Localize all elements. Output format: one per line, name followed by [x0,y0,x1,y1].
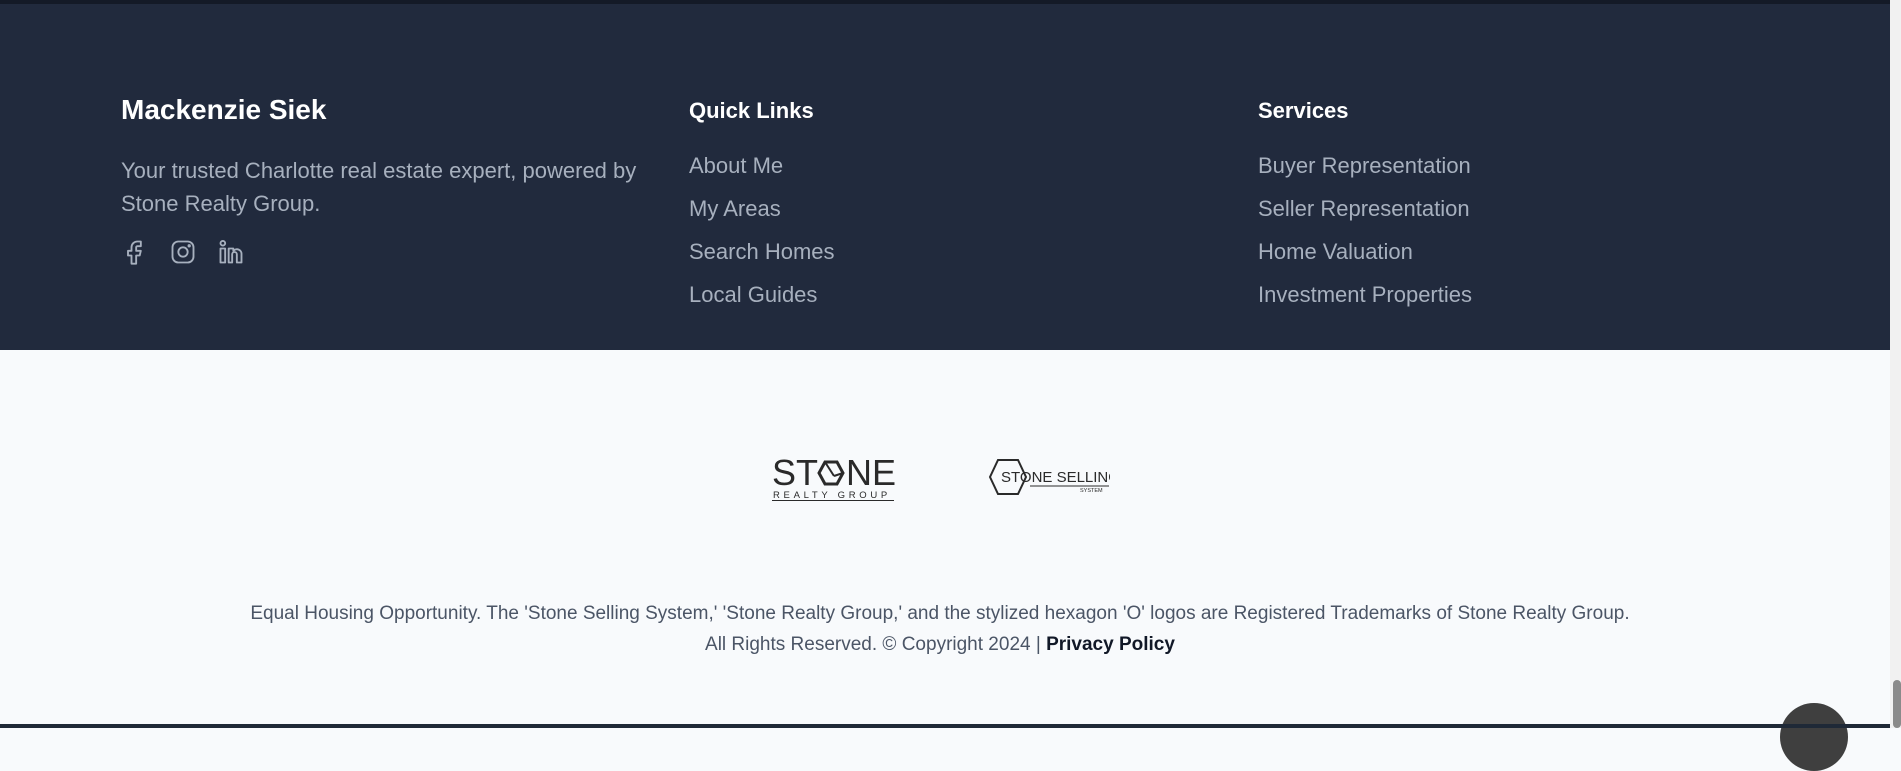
site-footer: Mackenzie Siek Your trusted Charlotte re… [0,4,1890,350]
svg-text:STONE SELLING: STONE SELLING [1001,469,1110,486]
privacy-policy-link[interactable]: Privacy Policy [1046,634,1175,655]
brand-tagline: Your trusted Charlotte real estate exper… [121,158,637,216]
list-item: About Me [689,149,835,192]
list-item: Investment Properties [1258,278,1472,321]
link-buyer-representation[interactable]: Buyer Representation [1258,153,1471,178]
link-home-valuation[interactable]: Home Valuation [1258,239,1413,264]
linkedin-icon[interactable] [217,238,245,266]
facebook-icon[interactable] [121,238,149,266]
link-about-me[interactable]: About Me [689,153,783,178]
list-item: My Areas [689,192,835,235]
svg-text:SYSTEM: SYSTEM [1080,488,1103,494]
brand-name: Mackenzie Siek [121,94,327,125]
list-item: Buyer Representation [1258,149,1472,192]
legal-notice: Equal Housing Opportunity. The 'Stone Se… [240,598,1640,660]
bottom-divider [0,724,1890,728]
services-list: Buyer Representation Seller Representati… [1258,149,1472,321]
stone-realty-group-logo: ST NE REALTY GROUP [772,452,896,501]
svg-text:REALTY GROUP: REALTY GROUP [773,490,891,501]
services-title: Services [1258,98,1349,123]
list-item: Local Guides [689,278,835,321]
list-item: Seller Representation [1258,192,1472,235]
partner-logos: ST NE REALTY GROUP STONE SELLING SYSTEM [0,452,1890,506]
quick-links-title: Quick Links [689,98,814,123]
svg-text:NE: NE [846,452,896,493]
scrollbar-track[interactable] [1890,0,1901,728]
legal-text: Equal Housing Opportunity. The 'Stone Se… [250,603,1630,655]
social-links [121,238,245,266]
list-item: Search Homes [689,235,835,278]
svg-text:ST: ST [772,452,818,493]
stone-selling-system-logo: STONE SELLING SYSTEM [988,459,1110,495]
quick-links-list: About Me My Areas Search Homes Local Gui… [689,149,835,321]
link-search-homes[interactable]: Search Homes [689,239,835,264]
scrollbar-thumb[interactable] [1893,680,1901,728]
instagram-icon[interactable] [169,238,197,266]
link-my-areas[interactable]: My Areas [689,196,781,221]
link-investment-properties[interactable]: Investment Properties [1258,282,1472,307]
scroll-to-top-button[interactable] [1780,703,1848,771]
list-item: Home Valuation [1258,235,1472,278]
link-seller-representation[interactable]: Seller Representation [1258,196,1470,221]
link-local-guides[interactable]: Local Guides [689,282,817,307]
